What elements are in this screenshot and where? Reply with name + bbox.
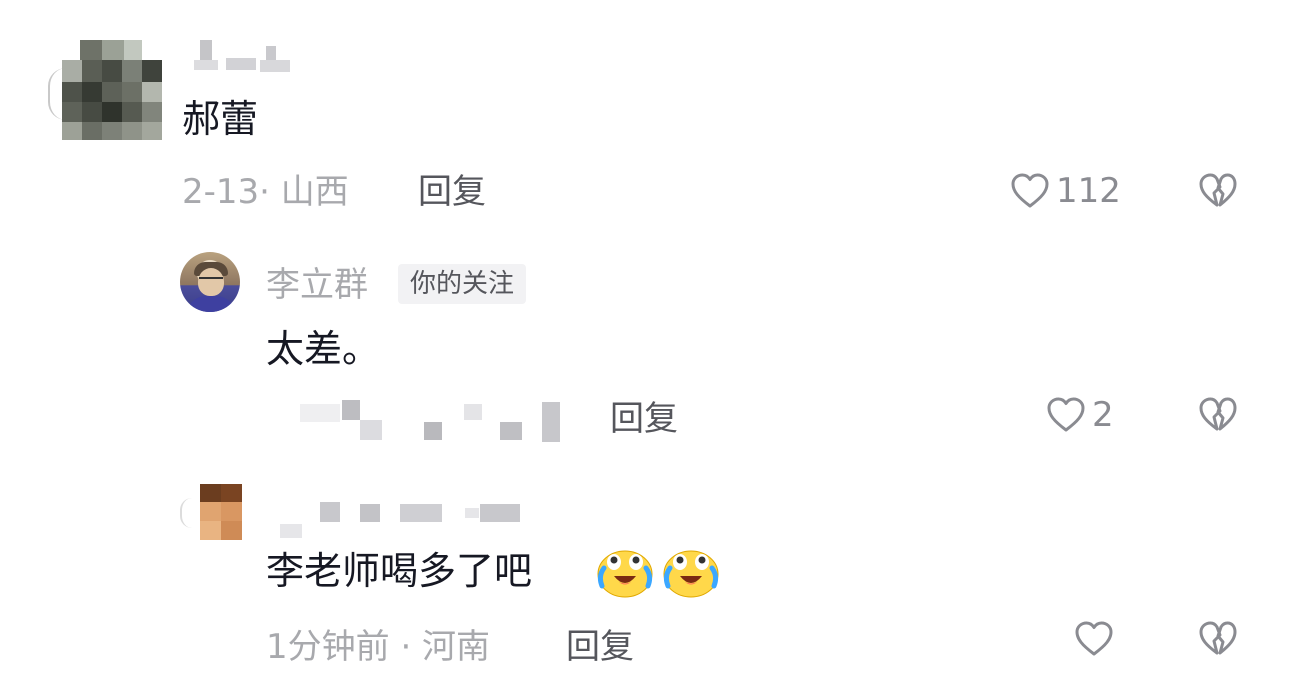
avatar-pixelated[interactable]: [48, 40, 163, 140]
comment-date-location: 2-13· 山西: [182, 172, 349, 212]
reply-button[interactable]: 回复: [418, 175, 486, 209]
heart-outline-icon: [1011, 173, 1049, 208]
like-button[interactable]: 112: [1010, 172, 1121, 210]
broken-heart-icon: [1199, 173, 1237, 207]
broken-heart-icon: [1199, 621, 1237, 655]
comment-text: 太差。: [266, 327, 381, 371]
dislike-button[interactable]: [1198, 620, 1238, 662]
like-button[interactable]: [1074, 620, 1114, 658]
reply-button[interactable]: 回复: [566, 630, 634, 664]
dislike-button[interactable]: [1198, 172, 1238, 214]
avatar[interactable]: [180, 252, 240, 312]
crying-laughing-emoji: [663, 550, 719, 598]
reply-button[interactable]: 回复: [610, 402, 678, 436]
broken-heart-icon: [1199, 397, 1237, 431]
username-blurred[interactable]: [190, 40, 300, 74]
avatar-pixelated[interactable]: [180, 484, 242, 540]
dislike-button[interactable]: [1198, 396, 1238, 438]
like-button[interactable]: 2: [1046, 396, 1114, 434]
comment-text: 李老师喝多了吧: [266, 549, 533, 593]
comment-text: 郝蕾: [182, 97, 259, 141]
username[interactable]: 李立群: [266, 268, 368, 302]
follow-badge: 你的关注: [398, 264, 527, 304]
like-count: 112: [1056, 171, 1121, 211]
like-count: 2: [1092, 395, 1114, 435]
username-blurred[interactable]: [280, 500, 530, 540]
heart-outline-icon: [1075, 621, 1113, 656]
comment-date-location-blurred: [300, 400, 570, 444]
heart-outline-icon: [1047, 397, 1085, 432]
crying-laughing-emoji: [597, 550, 653, 598]
comment-thread: 郝蕾 2-13· 山西 回复 112 李立群 你的关注 太差。 回复 2 李老师…: [0, 0, 1290, 700]
comment-date-location: 1分钟前 · 河南: [266, 627, 491, 667]
